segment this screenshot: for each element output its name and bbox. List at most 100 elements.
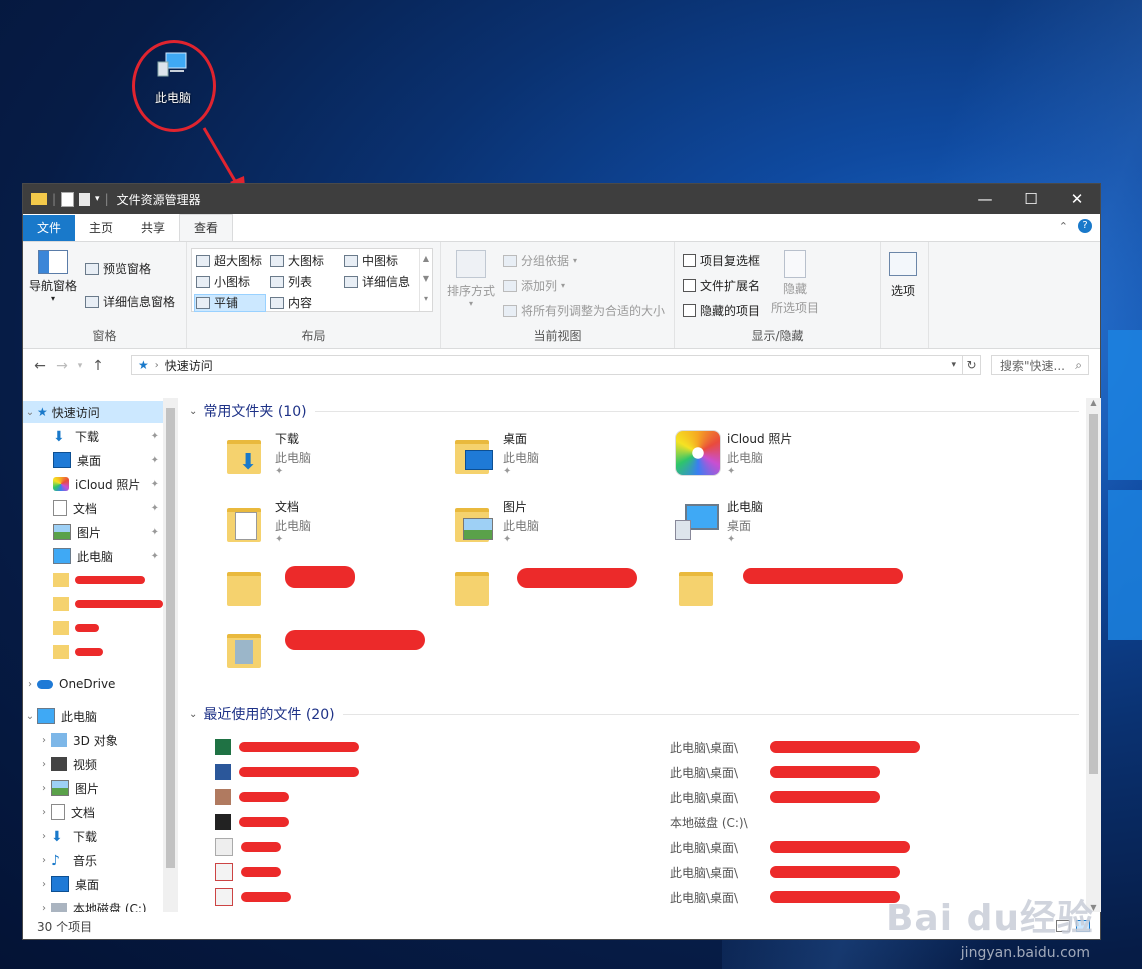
layout-list[interactable]: 列表 <box>270 273 312 290</box>
sidebar-item-folder[interactable] <box>23 569 163 591</box>
layout-content[interactable]: 内容 <box>270 294 312 311</box>
expand-chevron-icon[interactable]: › <box>37 855 51 866</box>
sidebar-item-folder[interactable] <box>23 593 163 615</box>
sidebar-item-pc-desktop[interactable]: › 桌面 <box>23 873 163 895</box>
sidebar-item-onedrive[interactable]: › OneDrive <box>23 673 163 695</box>
layout-details[interactable]: 详细信息 <box>344 273 410 290</box>
refresh-icon[interactable]: ↻ <box>963 355 981 375</box>
sidebar-item-this-pc[interactable]: ⌄ 此电脑 <box>23 705 163 727</box>
recent-file-row[interactable]: 此电脑\桌面\ <box>215 786 1075 808</box>
sort-by-button[interactable]: 排序方式 ▾ <box>447 250 495 308</box>
sidebar-item-pc-documents[interactable]: › 文档 <box>23 801 163 823</box>
expand-chevron-icon[interactable]: › <box>23 679 37 690</box>
layout-scroll[interactable]: ▲ ▼ ▾ <box>419 249 432 311</box>
item-checkboxes-toggle[interactable]: 项目复选框 <box>683 252 760 269</box>
folder-tile-redacted[interactable] <box>223 562 267 606</box>
sidebar-item-pc-pictures[interactable]: › 图片 <box>23 777 163 799</box>
tab-share[interactable]: 共享 <box>127 215 179 241</box>
expand-chevron-icon[interactable]: › <box>37 879 51 890</box>
expand-chevron-icon[interactable]: › <box>37 759 51 770</box>
folder-tile-pictures[interactable]: 图片 此电脑 ✦ <box>451 498 539 545</box>
expand-chevron-icon[interactable]: ⌄ <box>23 711 37 722</box>
expand-chevron-icon[interactable]: › <box>37 735 51 746</box>
pin-icon[interactable]: ✦ <box>503 534 539 545</box>
collapse-chevron-icon[interactable]: ⌄ <box>189 406 197 417</box>
file-ext-toggle[interactable]: 文件扩展名 <box>683 277 760 294</box>
sidebar-item-desktop[interactable]: 桌面 ✦ <box>23 449 163 471</box>
expand-chevron-icon[interactable]: › <box>37 903 51 913</box>
sidebar-item-pc-downloads[interactable]: › ⬇ 下载 <box>23 825 163 847</box>
layout-small-icons[interactable]: 小图标 <box>196 273 250 290</box>
sidebar-item-documents[interactable]: 文档 ✦ <box>23 497 163 519</box>
folder-tile-redacted[interactable] <box>451 562 495 606</box>
fit-columns-button[interactable]: 将所有列调整为合适的大小 <box>503 302 665 319</box>
search-input[interactable]: 搜索"快速... ⌕ <box>991 355 1089 375</box>
folder-tile-documents[interactable]: 文档 此电脑 ✦ <box>223 498 311 545</box>
pin-icon[interactable]: ✦ <box>151 551 159 562</box>
scroll-up-icon[interactable]: ▲ <box>1086 398 1101 407</box>
group-by-button[interactable]: 分组依据 ▾ <box>503 252 577 269</box>
pin-icon[interactable]: ✦ <box>275 466 311 477</box>
sidebar-item-local-disk[interactable]: › 本地磁盘 (C:) <box>23 897 163 912</box>
sidebar-item-quick-access[interactable]: ⌄ ★ 快速访问 <box>23 401 163 423</box>
sidebar-scrollbar[interactable] <box>163 398 178 912</box>
maximize-button[interactable]: ☐ <box>1008 184 1054 214</box>
properties-icon[interactable] <box>61 191 75 207</box>
section-recent-files[interactable]: ⌄ 最近使用的文件 (20) <box>189 704 1079 724</box>
expand-chevron-icon[interactable]: › <box>37 807 51 818</box>
pin-icon[interactable]: ✦ <box>727 534 763 545</box>
folder-tile-icloud-photos[interactable]: iCloud 照片 此电脑 ✦ <box>675 430 792 477</box>
expand-chevron-icon[interactable]: › <box>37 783 51 794</box>
sidebar-item-downloads[interactable]: ⬇ 下载 ✦ <box>23 425 163 447</box>
collapse-ribbon-icon[interactable]: ⌃ <box>1059 220 1068 233</box>
recent-file-row[interactable]: 此电脑\桌面\ <box>215 836 1075 858</box>
collapse-chevron-icon[interactable]: ⌄ <box>189 709 197 720</box>
details-pane-button[interactable]: 详细信息窗格 <box>85 293 175 310</box>
nav-pane-button[interactable]: 导航窗格 ▾ <box>29 250 77 303</box>
folder-tile-redacted[interactable] <box>675 562 719 606</box>
tab-file[interactable]: 文件 <box>23 215 76 241</box>
folder-tile-redacted[interactable] <box>223 624 267 668</box>
preview-pane-button[interactable]: 预览窗格 <box>85 260 151 277</box>
hide-selected-button[interactable]: 隐藏 所选项目 <box>771 250 819 316</box>
new-folder-icon[interactable] <box>79 192 91 206</box>
quick-access-dropdown-icon[interactable]: ▾ <box>95 194 100 204</box>
recent-locations-icon[interactable]: ▾ <box>73 361 87 371</box>
item-checkboxes-checkbox[interactable] <box>683 254 696 267</box>
pin-icon[interactable]: ✦ <box>151 431 159 442</box>
options-button[interactable]: 选项 <box>889 252 917 299</box>
forward-arrow-icon[interactable]: → <box>51 358 73 374</box>
close-button[interactable]: ✕ <box>1054 184 1100 214</box>
pin-icon[interactable]: ✦ <box>275 534 311 545</box>
recent-file-row[interactable]: 此电脑\桌面\ <box>215 736 1075 758</box>
layout-large-icons[interactable]: 大图标 <box>270 252 324 269</box>
folder-tile-desktop[interactable]: 桌面 此电脑 ✦ <box>451 430 539 477</box>
hidden-items-checkbox[interactable] <box>683 304 696 317</box>
pin-icon[interactable]: ✦ <box>151 479 159 490</box>
layout-extra-large-icons[interactable]: 超大图标 <box>196 252 262 269</box>
minimize-button[interactable]: — <box>962 184 1008 214</box>
hidden-items-toggle[interactable]: 隐藏的项目 <box>683 302 760 319</box>
tab-home[interactable]: 主页 <box>75 215 127 241</box>
recent-file-row[interactable]: 本地磁盘 (C:)\ <box>215 811 1075 833</box>
recent-file-row[interactable]: 此电脑\桌面\ <box>215 861 1075 883</box>
pin-icon[interactable]: ✦ <box>503 466 539 477</box>
pin-icon[interactable]: ✦ <box>151 503 159 514</box>
sidebar-item-3d-objects[interactable]: › 3D 对象 <box>23 729 163 751</box>
up-arrow-icon[interactable]: ↑ <box>87 358 109 374</box>
folder-tile-downloads[interactable]: ⬇ 下载 此电脑 ✦ <box>223 430 311 477</box>
recent-file-row[interactable]: 此电脑\桌面\ <box>215 761 1075 783</box>
add-columns-button[interactable]: 添加列 ▾ <box>503 277 565 294</box>
pin-icon[interactable]: ✦ <box>151 527 159 538</box>
content-scroll-thumb[interactable] <box>1089 414 1098 774</box>
address-dropdown-icon[interactable]: ▾ <box>951 360 956 370</box>
layout-medium-icons[interactable]: 中图标 <box>344 252 398 269</box>
expand-chevron-icon[interactable]: › <box>37 831 51 842</box>
sidebar-item-icloud[interactable]: iCloud 照片 ✦ <box>23 473 163 495</box>
expand-chevron-icon[interactable]: ⌄ <box>23 407 37 418</box>
sidebar-scroll-thumb[interactable] <box>166 408 175 868</box>
content-scrollbar[interactable]: ▲ ▼ <box>1086 398 1101 912</box>
back-arrow-icon[interactable]: ← <box>29 358 51 374</box>
section-frequent-folders[interactable]: ⌄ 常用文件夹 (10) <box>189 401 1079 421</box>
tab-view[interactable]: 查看 <box>179 214 234 241</box>
